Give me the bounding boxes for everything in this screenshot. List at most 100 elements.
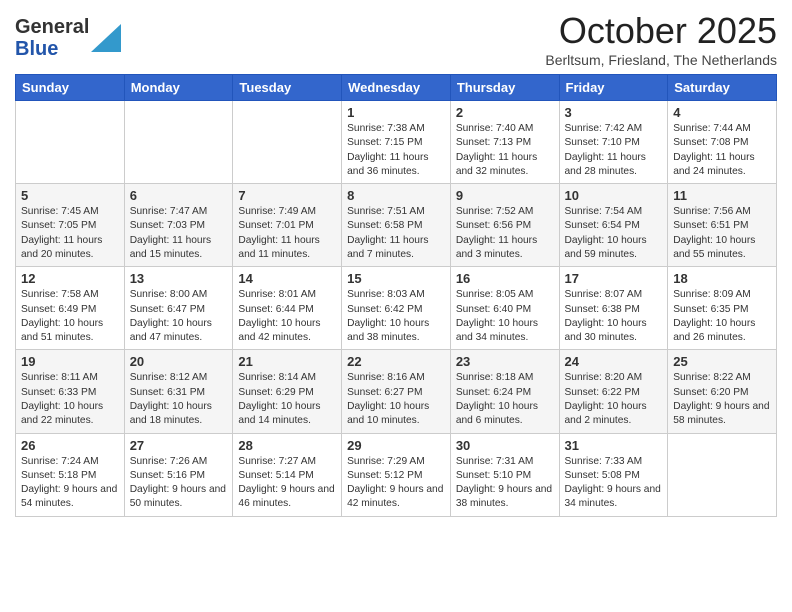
day-info: Sunrise: 8:11 AMSunset: 6:33 PMDaylight:… bbox=[21, 371, 119, 428]
day-info: Sunrise: 7:49 AMSunset: 7:01 PMDaylight:… bbox=[238, 205, 336, 262]
day-info: Sunrise: 8:18 AMSunset: 6:24 PMDaylight:… bbox=[456, 371, 554, 428]
day-number: 18 bbox=[673, 271, 771, 286]
page-header: General Blue October 2025 Berltsum, Frie… bbox=[15, 10, 777, 68]
day-cell: 30 Sunrise: 7:31 AMSunset: 5:10 PMDayligh… bbox=[450, 433, 559, 516]
day-number: 8 bbox=[347, 188, 445, 203]
day-number: 16 bbox=[456, 271, 554, 286]
day-number: 28 bbox=[238, 438, 336, 453]
day-cell: 20 Sunrise: 8:12 AMSunset: 6:31 PMDayligh… bbox=[124, 350, 233, 433]
day-number: 31 bbox=[565, 438, 663, 453]
day-cell: 16 Sunrise: 8:05 AMSunset: 6:40 PMDayligh… bbox=[450, 267, 559, 350]
day-number: 15 bbox=[347, 271, 445, 286]
day-number: 9 bbox=[456, 188, 554, 203]
day-info: Sunrise: 8:00 AMSunset: 6:47 PMDaylight:… bbox=[130, 288, 228, 345]
day-number: 25 bbox=[673, 354, 771, 369]
week-row-3: 12Sunrise: 7:58 AMSunset: 6:49 PMDayligh… bbox=[16, 267, 777, 350]
day-info: Sunrise: 8:20 AMSunset: 6:22 PMDaylight:… bbox=[565, 371, 663, 428]
day-cell: 10Sunrise: 7:54 AMSunset: 6:54 PMDayligh… bbox=[559, 184, 668, 267]
day-info: Sunrise: 7:31 AMSunset: 5:10 PMDaylight:… bbox=[456, 455, 554, 512]
day-cell: 6 Sunrise: 7:47 AMSunset: 7:03 PMDaylight… bbox=[124, 184, 233, 267]
day-info: Sunrise: 7:26 AMSunset: 5:16 PMDaylight:… bbox=[130, 455, 228, 512]
day-cell: 22 Sunrise: 8:16 AMSunset: 6:27 PMDayligh… bbox=[342, 350, 451, 433]
logo-icon bbox=[91, 24, 121, 52]
day-cell: 27 Sunrise: 7:26 AMSunset: 5:16 PMDayligh… bbox=[124, 433, 233, 516]
day-info: Sunrise: 8:07 AMSunset: 6:38 PMDaylight:… bbox=[565, 288, 663, 345]
day-info: Sunrise: 8:14 AMSunset: 6:29 PMDaylight:… bbox=[238, 371, 336, 428]
day-number: 5 bbox=[21, 188, 119, 203]
day-number: 13 bbox=[130, 271, 228, 286]
calendar-table: SundayMondayTuesdayWednesdayThursdayFrid… bbox=[15, 74, 777, 517]
header-thursday: Thursday bbox=[450, 75, 559, 101]
day-cell: 9 Sunrise: 7:52 AMSunset: 6:56 PMDaylight… bbox=[450, 184, 559, 267]
day-cell bbox=[668, 433, 777, 516]
day-info: Sunrise: 7:44 AMSunset: 7:08 PMDaylight:… bbox=[673, 122, 771, 179]
header-sunday: Sunday bbox=[16, 75, 125, 101]
day-cell: 14Sunrise: 8:01 AMSunset: 6:44 PMDayligh… bbox=[233, 267, 342, 350]
day-cell: 28 Sunrise: 7:27 AMSunset: 5:14 PMDayligh… bbox=[233, 433, 342, 516]
day-cell: 31 Sunrise: 7:33 AMSunset: 5:08 PMDayligh… bbox=[559, 433, 668, 516]
day-cell: 29 Sunrise: 7:29 AMSunset: 5:12 PMDayligh… bbox=[342, 433, 451, 516]
day-cell: 25 Sunrise: 8:22 AMSunset: 6:20 PMDayligh… bbox=[668, 350, 777, 433]
day-cell: 21Sunrise: 8:14 AMSunset: 6:29 PMDayligh… bbox=[233, 350, 342, 433]
day-number: 6 bbox=[130, 188, 228, 203]
day-cell: 2Sunrise: 7:40 AMSunset: 7:13 PMDaylight… bbox=[450, 101, 559, 184]
day-number: 3 bbox=[565, 105, 663, 120]
day-info: Sunrise: 7:27 AMSunset: 5:14 PMDaylight:… bbox=[238, 455, 336, 512]
day-number: 29 bbox=[347, 438, 445, 453]
header-friday: Friday bbox=[559, 75, 668, 101]
day-info: Sunrise: 7:33 AMSunset: 5:08 PMDaylight:… bbox=[565, 455, 663, 512]
day-info: Sunrise: 7:29 AMSunset: 5:12 PMDaylight:… bbox=[347, 455, 445, 512]
day-info: Sunrise: 8:12 AMSunset: 6:31 PMDaylight:… bbox=[130, 371, 228, 428]
day-cell: 19Sunrise: 8:11 AMSunset: 6:33 PMDayligh… bbox=[16, 350, 125, 433]
day-number: 22 bbox=[347, 354, 445, 369]
week-row-5: 26 Sunrise: 7:24 AMSunset: 5:18 PMDayligh… bbox=[16, 433, 777, 516]
day-cell bbox=[233, 101, 342, 184]
day-info: Sunrise: 8:03 AMSunset: 6:42 PMDaylight:… bbox=[347, 288, 445, 345]
day-number: 26 bbox=[21, 438, 119, 453]
day-info: Sunrise: 7:52 AMSunset: 6:56 PMDaylight:… bbox=[456, 205, 554, 262]
day-number: 1 bbox=[347, 105, 445, 120]
day-cell: 4 Sunrise: 7:44 AMSunset: 7:08 PMDaylight… bbox=[668, 101, 777, 184]
day-number: 7 bbox=[238, 188, 336, 203]
header-monday: Monday bbox=[124, 75, 233, 101]
day-number: 14 bbox=[238, 271, 336, 286]
day-number: 2 bbox=[456, 105, 554, 120]
day-info: Sunrise: 7:54 AMSunset: 6:54 PMDaylight:… bbox=[565, 205, 663, 262]
day-info: Sunrise: 7:42 AMSunset: 7:10 PMDaylight:… bbox=[565, 122, 663, 179]
day-number: 27 bbox=[130, 438, 228, 453]
day-number: 30 bbox=[456, 438, 554, 453]
day-cell: 18Sunrise: 8:09 AMSunset: 6:35 PMDayligh… bbox=[668, 267, 777, 350]
day-info: Sunrise: 8:16 AMSunset: 6:27 PMDaylight:… bbox=[347, 371, 445, 428]
day-cell: 5 Sunrise: 7:45 AMSunset: 7:05 PMDaylight… bbox=[16, 184, 125, 267]
day-cell: 26 Sunrise: 7:24 AMSunset: 5:18 PMDayligh… bbox=[16, 433, 125, 516]
day-number: 23 bbox=[456, 354, 554, 369]
header-wednesday: Wednesday bbox=[342, 75, 451, 101]
day-number: 4 bbox=[673, 105, 771, 120]
day-info: Sunrise: 7:51 AMSunset: 6:58 PMDaylight:… bbox=[347, 205, 445, 262]
logo-blue-text: Blue bbox=[15, 38, 58, 60]
day-number: 20 bbox=[130, 354, 228, 369]
day-info: Sunrise: 7:24 AMSunset: 5:18 PMDaylight:… bbox=[21, 455, 119, 512]
day-info: Sunrise: 7:47 AMSunset: 7:03 PMDaylight:… bbox=[130, 205, 228, 262]
day-cell bbox=[16, 101, 125, 184]
day-info: Sunrise: 8:05 AMSunset: 6:40 PMDaylight:… bbox=[456, 288, 554, 345]
title-block: October 2025 Berltsum, Friesland, The Ne… bbox=[545, 10, 777, 68]
header-tuesday: Tuesday bbox=[233, 75, 342, 101]
logo-general-text: General bbox=[15, 16, 89, 38]
calendar-header-row: SundayMondayTuesdayWednesdayThursdayFrid… bbox=[16, 75, 777, 101]
day-info: Sunrise: 7:45 AMSunset: 7:05 PMDaylight:… bbox=[21, 205, 119, 262]
day-info: Sunrise: 8:22 AMSunset: 6:20 PMDaylight:… bbox=[673, 371, 771, 428]
day-number: 11 bbox=[673, 188, 771, 203]
week-row-4: 19Sunrise: 8:11 AMSunset: 6:33 PMDayligh… bbox=[16, 350, 777, 433]
logo: General Blue bbox=[15, 16, 121, 60]
day-cell: 11Sunrise: 7:56 AMSunset: 6:51 PMDayligh… bbox=[668, 184, 777, 267]
day-cell: 8 Sunrise: 7:51 AMSunset: 6:58 PMDaylight… bbox=[342, 184, 451, 267]
day-cell: 3 Sunrise: 7:42 AMSunset: 7:10 PMDaylight… bbox=[559, 101, 668, 184]
day-info: Sunrise: 7:38 AMSunset: 7:15 PMDaylight:… bbox=[347, 122, 445, 179]
header-saturday: Saturday bbox=[668, 75, 777, 101]
day-cell: 7 Sunrise: 7:49 AMSunset: 7:01 PMDaylight… bbox=[233, 184, 342, 267]
week-row-2: 5 Sunrise: 7:45 AMSunset: 7:05 PMDaylight… bbox=[16, 184, 777, 267]
day-cell: 23 Sunrise: 8:18 AMSunset: 6:24 PMDayligh… bbox=[450, 350, 559, 433]
location-text: Berltsum, Friesland, The Netherlands bbox=[545, 52, 777, 68]
day-cell: 13 Sunrise: 8:00 AMSunset: 6:47 PMDayligh… bbox=[124, 267, 233, 350]
